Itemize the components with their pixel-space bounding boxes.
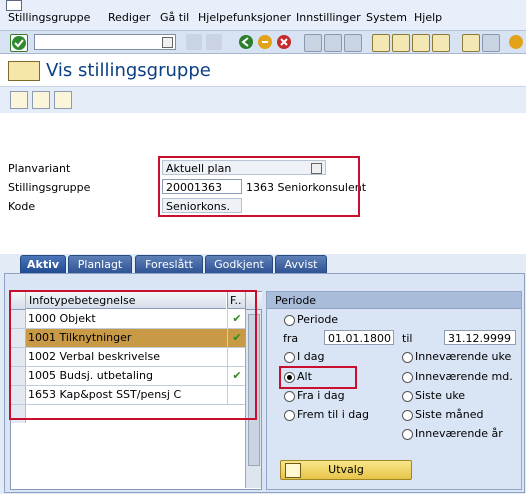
back-icon[interactable] bbox=[238, 34, 254, 50]
radio-fra-idag-label: Fra i dag bbox=[297, 389, 345, 402]
utvalg-button[interactable]: Utvalg bbox=[280, 460, 412, 480]
planvariant-label: Planvariant bbox=[8, 162, 71, 175]
command-field[interactable] bbox=[34, 34, 176, 50]
fra-date-value: 01.01.1800 bbox=[328, 332, 391, 345]
find-icon[interactable] bbox=[324, 34, 342, 52]
standard-toolbar bbox=[0, 31, 526, 54]
menu-stillingsgruppe[interactable]: Stillingsgruppe bbox=[8, 11, 90, 24]
tab-foreslaatt[interactable]: Foreslått bbox=[135, 255, 203, 274]
command-dropdown-icon[interactable] bbox=[162, 37, 173, 48]
radio-innevaerende-uke[interactable] bbox=[402, 352, 413, 363]
annotation-box-alt bbox=[279, 366, 357, 389]
radio-fra-idag[interactable] bbox=[284, 391, 295, 402]
menu-system[interactable]: System bbox=[366, 11, 407, 24]
selection-icon bbox=[285, 463, 301, 478]
annotation-box-table bbox=[9, 290, 257, 420]
new-session-icon[interactable] bbox=[462, 34, 480, 52]
page-title: Vis stillingsgruppe bbox=[46, 60, 211, 81]
menu-bar: Stillingsgruppe Rediger Gå til Hjelpefun… bbox=[0, 0, 526, 31]
overview-picture-icon[interactable] bbox=[54, 91, 72, 109]
menu-hjelp[interactable]: Hjelp bbox=[414, 11, 442, 24]
menu-gaa-til[interactable]: Gå til bbox=[160, 11, 189, 24]
radio-innevaerende-md-label: Inneværende md. bbox=[415, 370, 513, 383]
radio-siste-uke-label: Siste uke bbox=[415, 389, 466, 402]
radio-innevaerende-md[interactable] bbox=[402, 372, 413, 383]
application-toolbar bbox=[0, 86, 526, 114]
til-date-value: 31.12.9999 bbox=[448, 332, 511, 345]
radio-idag[interactable] bbox=[284, 352, 295, 363]
menu-rediger[interactable]: Rediger bbox=[108, 11, 150, 24]
shortcut-icon[interactable] bbox=[482, 34, 500, 52]
menu-hjelpefunksjoner[interactable]: Hjelpefunksjoner bbox=[198, 11, 291, 24]
edit-pencil-icon[interactable] bbox=[10, 91, 28, 109]
utvalg-label: Utvalg bbox=[328, 463, 364, 476]
previous-page-icon[interactable] bbox=[392, 34, 410, 52]
help-icon[interactable] bbox=[508, 34, 524, 50]
radio-siste-maaned-label: Siste måned bbox=[415, 408, 484, 421]
stillingsgruppe-label: Stillingsgruppe bbox=[8, 181, 91, 194]
radio-periode[interactable] bbox=[284, 315, 295, 326]
fra-date-field[interactable]: 01.01.1800 bbox=[324, 330, 394, 345]
radio-siste-maaned[interactable] bbox=[402, 410, 413, 421]
kode-label: Kode bbox=[8, 200, 36, 213]
print-icon[interactable] bbox=[304, 34, 322, 52]
change-object-icon[interactable] bbox=[32, 91, 50, 109]
next-page-icon[interactable] bbox=[412, 34, 430, 52]
til-date-field[interactable]: 31.12.9999 bbox=[444, 330, 516, 345]
radio-idag-label: I dag bbox=[297, 350, 325, 363]
tab-aktiv[interactable]: Aktiv bbox=[20, 255, 66, 274]
tab-godkjent[interactable]: Godkjent bbox=[205, 255, 273, 274]
radio-frem-til-idag-label: Frem til i dag bbox=[297, 408, 369, 421]
exit-icon[interactable] bbox=[257, 34, 273, 50]
enter-icon[interactable] bbox=[10, 34, 28, 52]
tab-avvist[interactable]: Avvist bbox=[275, 255, 327, 274]
find-next-icon[interactable] bbox=[344, 34, 362, 52]
title-bar: Vis stillingsgruppe bbox=[0, 56, 526, 86]
history-icon[interactable] bbox=[186, 34, 202, 50]
display-object-icon bbox=[8, 61, 40, 81]
tab-planlagt[interactable]: Planlagt bbox=[68, 255, 132, 274]
fra-label: fra bbox=[283, 332, 299, 345]
radio-innevaerende-uke-label: Inneværende uke bbox=[415, 350, 512, 363]
menu-innstillinger[interactable]: Innstillinger bbox=[296, 11, 361, 24]
first-page-icon[interactable] bbox=[372, 34, 390, 52]
system-menu-icon[interactable] bbox=[6, 0, 22, 11]
cancel-icon[interactable] bbox=[276, 34, 292, 50]
radio-periode-label: Periode bbox=[297, 313, 339, 326]
last-page-icon[interactable] bbox=[432, 34, 450, 52]
til-label: til bbox=[402, 332, 413, 345]
save-icon[interactable] bbox=[206, 34, 222, 50]
radio-innevaerende-aar[interactable] bbox=[402, 429, 413, 440]
annotation-box-header bbox=[158, 156, 360, 217]
radio-frem-til-idag[interactable] bbox=[284, 410, 295, 421]
periode-header: Periode bbox=[267, 292, 521, 309]
radio-siste-uke[interactable] bbox=[402, 391, 413, 402]
radio-innevaerende-aar-label: Inneværende år bbox=[415, 427, 503, 440]
